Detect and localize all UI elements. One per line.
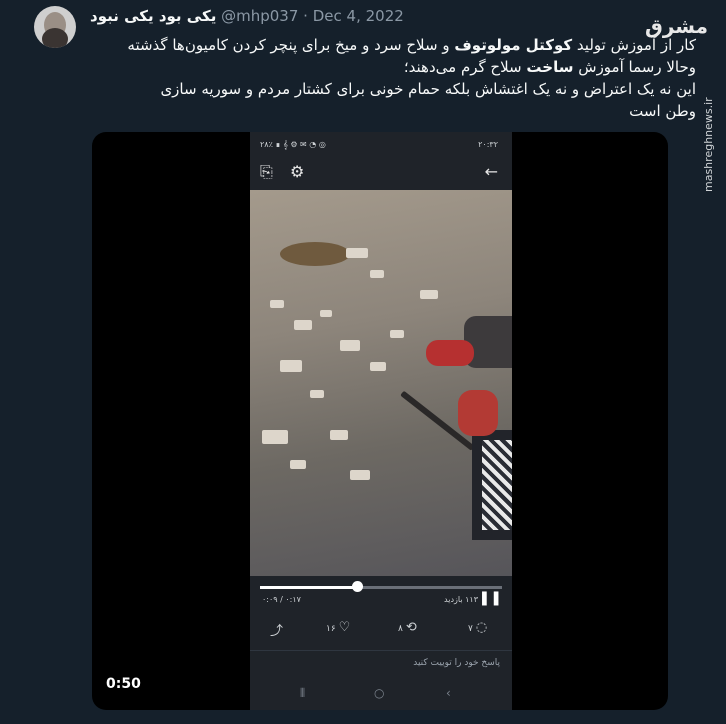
back-icon: ‹ [446,686,451,700]
progress-fill [260,586,357,589]
status-right: ۲۰:۳۲ [478,140,498,149]
reply-count: ۷ [468,624,473,634]
rock [310,390,324,398]
time-label: ۰:۰۹ / ۰:۱۷ [262,595,301,604]
reply-action: ۷ ◌ [468,620,487,635]
rock [350,470,370,480]
rock [270,300,284,308]
phone-toolbar: ⎘ ⚙ ← [250,158,512,190]
tweet-text-span: و سلاح سرد و میخ برای پنچر کردن کامیون‌ه… [127,36,455,54]
rotate-icon: ⎘ [260,162,273,181]
gloved-hand [426,340,474,366]
phone-nav-bar: ⫴ ○ ‹ [250,684,512,706]
back-arrow-icon: ← [484,162,498,181]
video-duration: 0:50 [106,676,141,692]
view-count: ۱۱۳ بازدید [444,595,478,604]
tweet-bold-span: ساخت [526,58,574,76]
tweet-text-span: وحالا رسما آموزش [573,58,696,76]
date-separator: · [303,7,308,25]
avatar[interactable] [34,6,76,48]
rock [294,320,312,330]
tweet-actions: ⤴ ۱۶ ♡ ۸ ⟲ ۷ ◌ [250,620,512,642]
rock [346,248,368,258]
gear-icon: ⚙ [290,162,305,181]
rock [262,430,288,444]
progress-thumb[interactable] [351,581,363,592]
status-left: ۲۸٪ ∎ 𝄞 ⚙ ✉ ◔ ◎ [260,140,326,149]
tweet-line-3: این نه یک اعتراض و نه یک اغتشاش بلکه حما… [160,80,696,98]
tweet-text: کار از آموزش تولید کوکتل مولوتوف و سلاح … [96,34,696,122]
rock [320,310,332,317]
video-progress-bar[interactable] [260,586,502,589]
site-watermark: mashreghnews.ir [702,97,715,192]
like-count: ۱۶ [326,624,336,634]
retweet-icon: ⟲ [405,620,417,635]
avatar-beard [42,28,68,48]
tweet-line-1: کار از آموزش تولید کوکتل مولوتوف و سلاح … [96,34,696,56]
rock [370,362,386,371]
author-handle[interactable]: @mhp037 [221,7,298,25]
video-frame [250,190,512,576]
phone-status-bar: ۲۸٪ ∎ 𝄞 ⚙ ✉ ◔ ◎ ۲۰:۳۲ [250,140,512,154]
share-icon: ⤴ [270,624,284,639]
rock [390,330,404,338]
rock [370,270,384,278]
rock [340,340,360,351]
video-player[interactable]: ۲۸٪ ∎ 𝄞 ⚙ ✉ ◔ ◎ ۲۰:۳۲ ⎘ ⚙ ← ۰:۰۹ / ۰:۱۷ … [92,132,668,710]
tweet-text-span: سلاح گرم می‌دهند؛ [403,58,527,76]
checkered-cloth [482,440,512,530]
rock [280,360,302,372]
heart-icon: ♡ [338,620,351,635]
home-icon: ○ [374,686,385,700]
phone-screen-recording: ۲۸٪ ∎ 𝄞 ⚙ ✉ ◔ ◎ ۲۰:۳۲ ⎘ ⚙ ← ۰:۰۹ / ۰:۱۷ … [250,132,512,710]
rock [420,290,438,299]
retweet-action: ۸ ⟲ [398,620,417,635]
dirt-patch [280,242,350,266]
tweet-date[interactable]: Dec 4, 2022 [313,7,404,25]
pause-icon: ❚❚ [478,590,502,606]
rock [290,460,306,469]
tweet-line-4: وطن است [629,102,696,120]
recent-apps-icon: ⫴ [300,686,306,700]
tweet-bold-span: کوکتل مولوتوف [454,36,573,54]
like-action: ۱۶ ♡ [326,620,350,635]
tweet-text-span: کار از آموزش تولید [572,36,696,54]
reply-field: پاسخ خود را توییت کنید [250,650,512,674]
tweet-header: یکی بود یکی نبود @mhp037 · Dec 4, 2022 [90,7,404,25]
rock [330,430,348,440]
tweet-line-2: وحالا رسما آموزش ساخت سلاح گرم می‌دهند؛ [96,56,696,78]
gloved-hand-lower [458,390,498,436]
reply-icon: ◌ [475,620,488,635]
retweet-count: ۸ [398,624,403,634]
author-name[interactable]: یکی بود یکی نبود [90,7,216,25]
